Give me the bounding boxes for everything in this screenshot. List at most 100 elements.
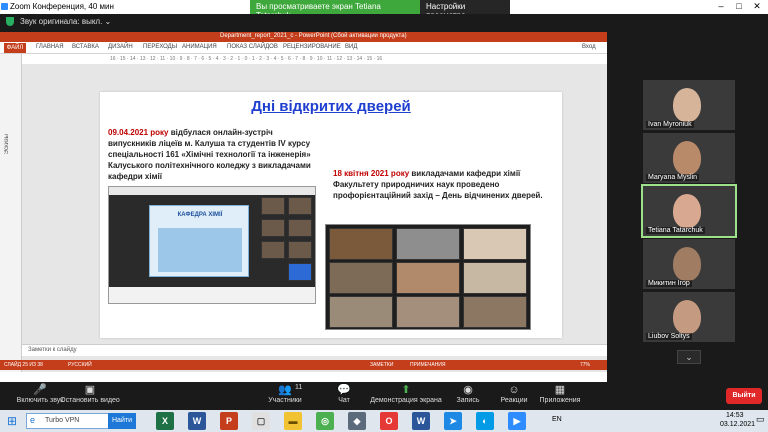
stop-video-button[interactable]: ▣ Остановить видео (50, 382, 130, 404)
slide-title: Дні відкритих дверей (251, 98, 411, 115)
window-title: Zoom Конференция, 40 мин (10, 2, 114, 11)
participant-video (673, 247, 701, 281)
zoom-icon (1, 3, 8, 10)
participant-name: Ivan Myroniuk (646, 121, 694, 128)
apps-icon: ▦ (554, 384, 566, 396)
participant-video (673, 300, 701, 334)
excel-icon[interactable]: X (156, 412, 174, 430)
apps-label: Приложения (539, 397, 581, 404)
folder-icon[interactable]: ▬ (284, 412, 302, 430)
status-language: РУССКИЙ (68, 362, 92, 368)
edge-logo-icon: e (30, 415, 36, 425)
tab-file[interactable]: ФАЙЛ (4, 43, 26, 53)
slide-counter: СЛАЙД 25 ИЗ 38 (4, 362, 43, 368)
comments-toggle[interactable]: ПРИМЕЧАНИЯ (410, 362, 446, 368)
close-icon[interactable]: ✕ (750, 1, 764, 13)
thumbnail-label: Эскизы (4, 134, 10, 155)
participant-video (673, 88, 701, 122)
smiley-icon: ☺ (508, 384, 520, 396)
taskbar-search-button[interactable]: Найти (108, 413, 136, 429)
opera-icon[interactable]: O (380, 412, 398, 430)
paragraph-2-date: 18 квітня 2021 року (333, 169, 410, 178)
participant-video (673, 194, 701, 228)
app-icon-2[interactable]: ◐ (476, 412, 494, 430)
minimize-icon[interactable]: – (714, 1, 728, 13)
tab-transitions[interactable]: ПЕРЕХОДЫ (143, 44, 177, 50)
tab-animation[interactable]: АНИМАЦИЯ (182, 44, 217, 50)
participant-tile[interactable]: Maryana Myslin (643, 133, 735, 183)
tab-slideshow[interactable]: ПОКАЗ СЛАЙДОВ (227, 44, 278, 50)
microphone-muted-icon: 🎤 (33, 384, 47, 396)
stop-video-label: Остановить видео (60, 397, 120, 404)
notification-icon[interactable]: ▭ (756, 414, 765, 425)
participant-tile[interactable]: Микитин Ігор (643, 239, 735, 289)
chevron-down-icon: ⌄ (104, 17, 112, 26)
participant-name: Tetiana Tatarchuk (646, 227, 705, 234)
paragraph-1-date: 09.04.2021 року (108, 128, 169, 137)
thumbnail-pane[interactable]: Эскизы (0, 54, 22, 372)
chat-icon: 💬 (337, 384, 351, 396)
zoom-taskbar-icon[interactable]: ▶ (508, 412, 526, 430)
ruler: 16 · 15 · 14 · 13 · 12 · 11 · 10 · 9 · 8… (110, 56, 383, 62)
participant-video (673, 141, 701, 175)
participant-name: Микитин Ігор (646, 280, 692, 287)
apps-button[interactable]: ▦ Приложения (520, 382, 600, 404)
sign-in-link[interactable]: Вход (582, 44, 596, 50)
powerpoint-title-bar: Department_report_2021_c - PowerPoint (С… (0, 32, 607, 42)
document-title: Department_report_2021_c - PowerPoint (С… (220, 33, 407, 39)
powerpoint-icon[interactable]: P (220, 412, 238, 430)
poster-title: КАФЕДРА ХІМІЇ (177, 212, 223, 218)
participant-videos: Ivan Myroniuk Maryana Myslin Tetiana Tat… (607, 32, 768, 382)
poster-image: КАФЕДРА ХІМІЇ (149, 205, 249, 277)
participant-tile[interactable]: Liubov Soltys (643, 292, 735, 342)
clock-time[interactable]: 14:53 (726, 412, 744, 419)
word-icon[interactable]: W (188, 412, 206, 430)
sharing-banner: Вы просматриваете экран Tetiana Tatarchu… (250, 0, 420, 20)
participant-tile-active[interactable]: Tetiana Tatarchuk (641, 184, 737, 238)
participant-name: Liubov Soltys (646, 333, 692, 340)
original-sound-label: Звук оригинала: выкл. (20, 17, 103, 26)
share-screen-icon: ⬆ (401, 384, 411, 396)
system-tray: EN 14:53 03.12.2021 ▭ (548, 410, 768, 432)
participants-count: 11 (295, 384, 303, 391)
tab-home[interactable]: ГЛАВНАЯ (36, 44, 64, 50)
tab-view[interactable]: ВИД (345, 44, 357, 50)
slide-image-meeting-2 (325, 224, 531, 330)
telegram-icon[interactable]: ➤ (444, 412, 462, 430)
chevron-down-icon: ⌄ (685, 352, 693, 362)
shared-screen: Department_report_2021_c - PowerPoint (С… (0, 32, 607, 382)
tab-review[interactable]: РЕЦЕНЗИРОВАНИЕ (283, 44, 341, 50)
participant-name: Maryana Myslin (646, 174, 700, 181)
slide-paragraph-1: 09.04.2021 року відбулася онлайн-зустріч… (108, 127, 318, 182)
tab-insert[interactable]: ВСТАВКА (72, 44, 99, 50)
app-icon[interactable]: ◆ (348, 412, 366, 430)
view-options-button[interactable]: Настройки просмотра ⌄ (420, 0, 510, 20)
file-icon[interactable]: ▢ (252, 412, 270, 430)
participant-tile[interactable]: Ivan Myroniuk (643, 80, 735, 130)
people-icon: 👥 (278, 384, 292, 396)
record-icon: ◉ (463, 384, 473, 396)
notes-toggle[interactable]: ЗАМЕТКИ (370, 362, 393, 368)
chrome-icon[interactable]: ◎ (316, 412, 334, 430)
zoom-level[interactable]: 77% (580, 362, 590, 368)
clock-date[interactable]: 03.12.2021 (720, 421, 755, 428)
slide-paragraph-2: 18 квітня 2021 року викладачами кафедри … (333, 168, 558, 201)
maximize-icon[interactable]: □ (732, 1, 746, 13)
original-sound-toggle[interactable]: Звук оригинала: выкл. ⌄ (6, 17, 111, 29)
windows-taskbar: ⊞ Turbo VPN e Найти X W P ▢ ▬ ◎ ◆ O W ➤ … (0, 410, 768, 432)
meeting-controls: 🎤 Включить звук ▣ Остановить видео 👥 Уча… (0, 382, 768, 410)
language-indicator[interactable]: EN (552, 416, 562, 423)
chat-label: Чат (338, 397, 350, 404)
collapse-panel-button[interactable]: ⌄ (677, 350, 701, 364)
participants-label: Участники (268, 397, 302, 404)
slide[interactable]: Дні відкритих дверей 09.04.2021 року від… (100, 92, 562, 338)
shield-icon (6, 17, 14, 27)
word-icon-2[interactable]: W (412, 412, 430, 430)
windows-start-icon[interactable]: ⊞ (0, 410, 24, 432)
camera-grid (261, 197, 313, 287)
tab-design[interactable]: ДИЗАЙН (108, 44, 133, 50)
slide-notes[interactable]: Заметки к слайду (22, 344, 607, 356)
powerpoint-status-bar: СЛАЙД 25 ИЗ 38 РУССКИЙ ЗАМЕТКИ ПРИМЕЧАНИ… (0, 360, 607, 370)
leave-button[interactable]: Выйти (726, 388, 762, 404)
camera-icon: ▣ (84, 384, 96, 396)
